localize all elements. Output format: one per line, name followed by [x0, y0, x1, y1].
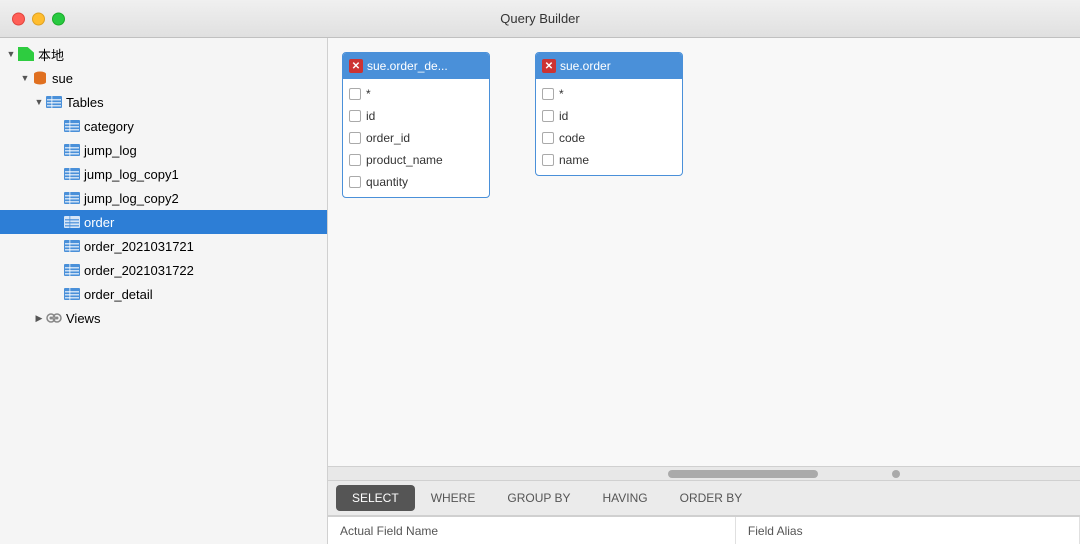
table-card-body-order: * id code name: [536, 79, 682, 175]
table-icon-jump-log: [64, 142, 80, 158]
table-icon-jump-log-copy1: [64, 166, 80, 182]
table-card-header-order-detail: ✕ sue.order_de...: [343, 53, 489, 79]
field-checkbox-quantity[interactable]: [349, 176, 361, 188]
expand-arrow-sue: ▼: [18, 71, 32, 85]
sidebar-label-jump-log: jump_log: [84, 143, 137, 158]
close-button[interactable]: [12, 12, 25, 25]
table-card-body-order-detail: * id order_id product_name: [343, 79, 489, 197]
table-icon-order: [64, 214, 80, 230]
titlebar: Query Builder: [0, 0, 1080, 38]
sidebar-label-order-2021031722: order_2021031722: [84, 263, 194, 278]
views-icon: [46, 310, 62, 326]
tab-select[interactable]: SELECT: [336, 485, 415, 511]
sidebar-item-category[interactable]: category: [0, 114, 327, 138]
db-icon: [32, 70, 48, 86]
sidebar-label-tables: Tables: [66, 95, 104, 110]
tables-folder-icon: [46, 94, 62, 110]
table-field-name[interactable]: name: [536, 149, 682, 171]
sidebar-item-jump-log-copy2[interactable]: jump_log_copy2: [0, 186, 327, 210]
sidebar-label-sue: sue: [52, 71, 73, 86]
table-icon-jump-log-copy2: [64, 190, 80, 206]
col-header-field-name: Actual Field Name: [328, 517, 736, 544]
field-label-product-name: product_name: [366, 153, 443, 167]
sidebar-item-jump-log-copy1[interactable]: jump_log_copy1: [0, 162, 327, 186]
close-card-order-detail[interactable]: ✕: [349, 59, 363, 73]
sidebar: ▼ 本地 ▼ sue ▼: [0, 38, 328, 544]
field-label-id-od: id: [366, 109, 375, 123]
sidebar-label-order-detail: order_detail: [84, 287, 153, 302]
field-label-order-id: order_id: [366, 131, 410, 145]
local-icon: [18, 46, 34, 62]
maximize-button[interactable]: [52, 12, 65, 25]
field-checkbox-star-od[interactable]: [349, 88, 361, 100]
table-field-star-od[interactable]: *: [343, 83, 489, 105]
col-header-field-alias: Field Alias: [736, 517, 1080, 544]
sidebar-item-local[interactable]: ▼ 本地: [0, 42, 327, 66]
traffic-lights: [12, 12, 65, 25]
field-checkbox-product-name[interactable]: [349, 154, 361, 166]
field-label-star-o: *: [559, 87, 564, 101]
field-checkbox-order-id[interactable]: [349, 132, 361, 144]
table-card-order-detail[interactable]: ✕ sue.order_de... * id order_id: [342, 52, 490, 198]
sidebar-item-order-2021031722[interactable]: order_2021031722: [0, 258, 327, 282]
sidebar-item-tables[interactable]: ▼ Tables: [0, 90, 327, 114]
table-field-quantity[interactable]: quantity: [343, 171, 489, 193]
table-icon-order-detail: [64, 286, 80, 302]
table-icon-category: [64, 118, 80, 134]
sidebar-item-views[interactable]: ▶ Views: [0, 306, 327, 330]
field-label-id-o: id: [559, 109, 568, 123]
table-field-id-od[interactable]: id: [343, 105, 489, 127]
sidebar-label-local: 本地: [38, 45, 64, 64]
tab-order-by[interactable]: ORDER BY: [664, 485, 759, 511]
column-headers: Actual Field Name Field Alias: [328, 516, 1080, 544]
sidebar-label-order-2021031721: order_2021031721: [84, 239, 194, 254]
sidebar-label-views: Views: [66, 311, 100, 326]
table-icon-order-2021031721: [64, 238, 80, 254]
expand-arrow-views: ▶: [32, 311, 46, 325]
field-checkbox-id-od[interactable]: [349, 110, 361, 122]
query-canvas[interactable]: ✕ sue.order_de... * id order_id: [328, 38, 1080, 466]
horizontal-scrollbar[interactable]: [328, 466, 1080, 480]
tab-group-by[interactable]: GROUP BY: [491, 485, 586, 511]
table-card-header-order: ✕ sue.order: [536, 53, 682, 79]
table-field-order-id[interactable]: order_id: [343, 127, 489, 149]
tab-where[interactable]: WHERE: [415, 485, 492, 511]
tab-having[interactable]: HAVING: [587, 485, 664, 511]
scroll-thumb[interactable]: [668, 470, 818, 478]
table-field-code[interactable]: code: [536, 127, 682, 149]
expand-arrow-tables: ▼: [32, 95, 46, 109]
sidebar-item-order-detail[interactable]: order_detail: [0, 282, 327, 306]
sidebar-label-order: order: [84, 215, 114, 230]
table-icon-order-2021031722: [64, 262, 80, 278]
field-label-star-od: *: [366, 87, 371, 101]
content-area: ✕ sue.order_de... * id order_id: [328, 38, 1080, 544]
sidebar-item-order-2021031721[interactable]: order_2021031721: [0, 234, 327, 258]
sidebar-item-sue[interactable]: ▼ sue: [0, 66, 327, 90]
close-card-order[interactable]: ✕: [542, 59, 556, 73]
field-checkbox-code[interactable]: [542, 132, 554, 144]
main-layout: ▼ 本地 ▼ sue ▼: [0, 38, 1080, 544]
field-label-name: name: [559, 153, 589, 167]
query-tabs: SELECT WHERE GROUP BY HAVING ORDER BY: [328, 480, 1080, 516]
field-checkbox-id-o[interactable]: [542, 110, 554, 122]
table-field-star-o[interactable]: *: [536, 83, 682, 105]
sidebar-label-jump-log-copy2: jump_log_copy2: [84, 191, 179, 206]
table-card-order[interactable]: ✕ sue.order * id code: [535, 52, 683, 176]
field-label-quantity: quantity: [366, 175, 408, 189]
table-field-id-o[interactable]: id: [536, 105, 682, 127]
table-card-title-order-detail: sue.order_de...: [367, 59, 483, 73]
sidebar-item-jump-log[interactable]: jump_log: [0, 138, 327, 162]
field-label-code: code: [559, 131, 585, 145]
field-checkbox-star-o[interactable]: [542, 88, 554, 100]
window-title: Query Builder: [500, 11, 579, 26]
field-checkbox-name[interactable]: [542, 154, 554, 166]
sidebar-label-category: category: [84, 119, 134, 134]
minimize-button[interactable]: [32, 12, 45, 25]
sidebar-item-order[interactable]: order: [0, 210, 327, 234]
scroll-indicator: [892, 470, 900, 478]
table-field-product-name[interactable]: product_name: [343, 149, 489, 171]
table-card-title-order: sue.order: [560, 59, 676, 73]
sidebar-label-jump-log-copy1: jump_log_copy1: [84, 167, 179, 182]
expand-arrow-local: ▼: [4, 47, 18, 61]
